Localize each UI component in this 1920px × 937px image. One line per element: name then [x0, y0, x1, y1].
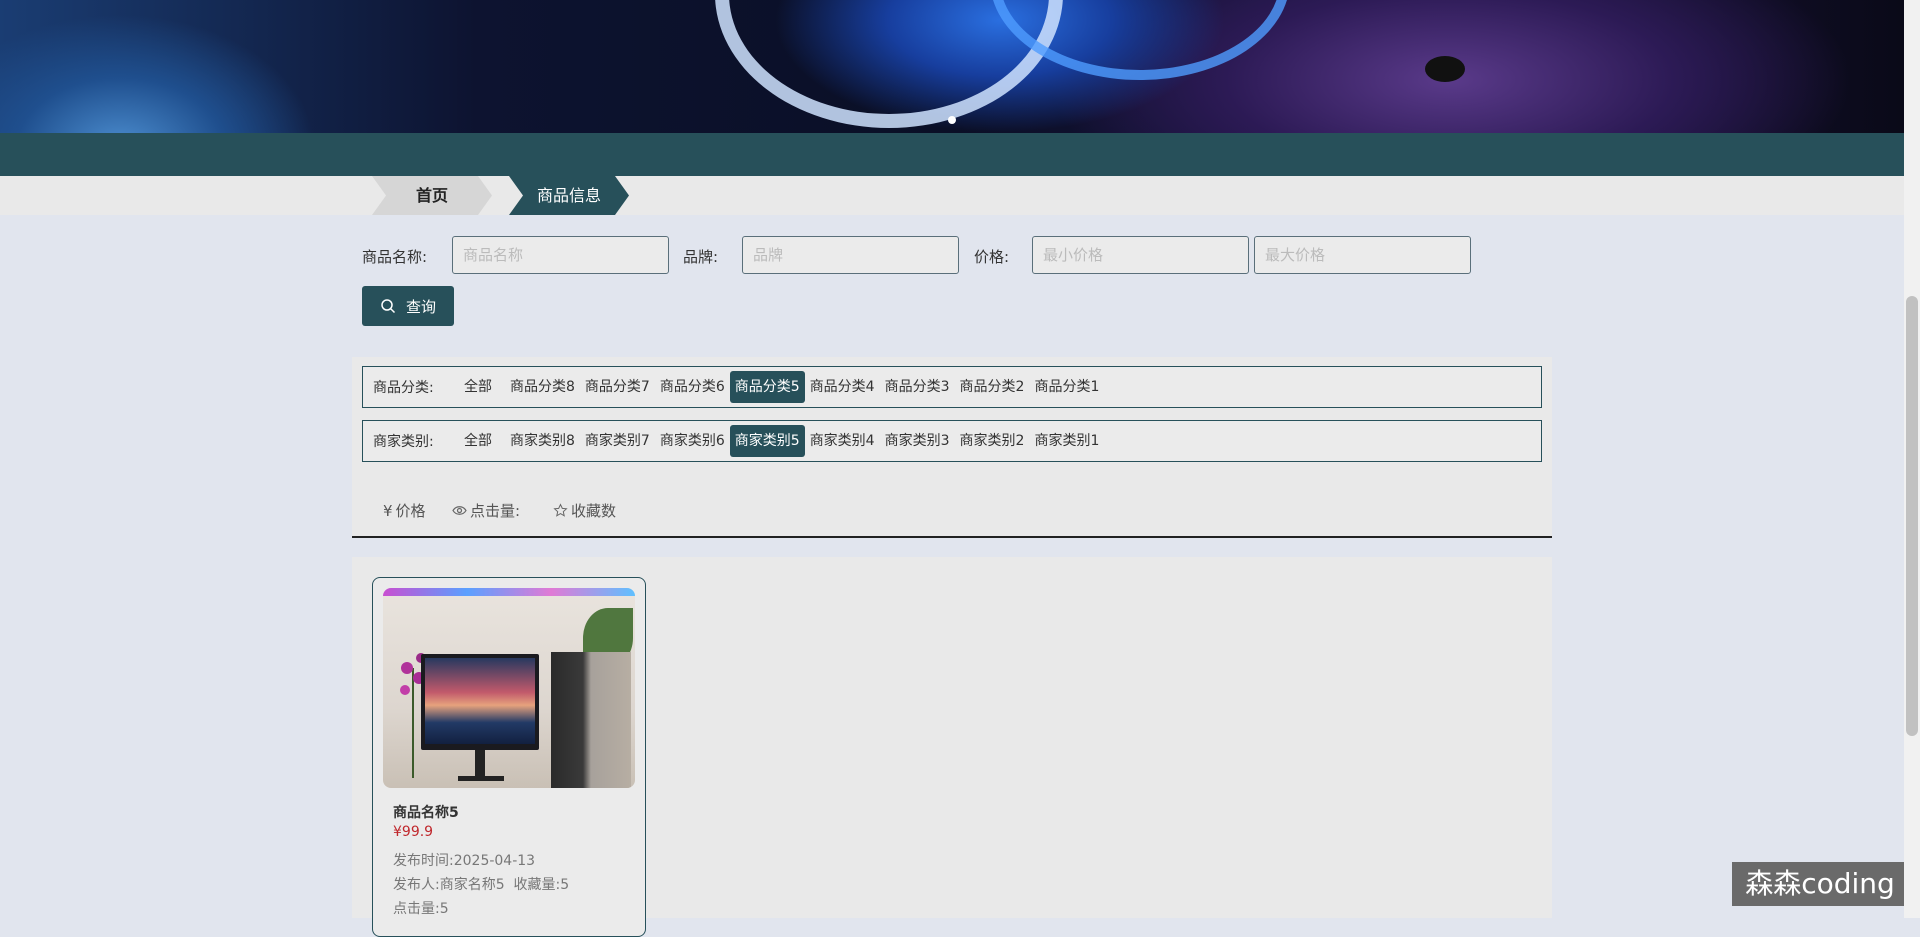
- yen-icon: ¥: [383, 501, 393, 520]
- brand-label: 品牌:: [683, 248, 719, 266]
- category-option[interactable]: 商品分类8: [505, 371, 580, 403]
- merchant-option[interactable]: 商家类别2: [955, 425, 1030, 457]
- product-name[interactable]: 商品名称5: [393, 802, 459, 822]
- sort-by-price[interactable]: ¥ 价格: [383, 500, 426, 521]
- sort-clicks-label: 点击量:: [470, 502, 521, 520]
- category-option[interactable]: 商品分类1: [1029, 371, 1104, 403]
- category-filter-label: 商品分类:: [373, 380, 434, 396]
- merchant-option[interactable]: 商家类别7: [580, 425, 655, 457]
- category-option[interactable]: 商品分类4: [805, 371, 880, 403]
- category-options: 全部 商品分类8 商品分类7 商品分类6 商品分类5 商品分类4 商品分类3 商品分类2 商品分…: [459, 371, 1104, 403]
- merchant-filter-row: 商家类别: 全部 商家类别8 商家类别7 商家类别6 商家类别5 商家类别4 商家类别3 商家…: [362, 420, 1542, 462]
- category-option[interactable]: 商品分类2: [955, 371, 1030, 403]
- product-name-input[interactable]: 商品名称: [452, 236, 669, 274]
- search-button-label: 查询: [405, 297, 436, 316]
- star-icon: [553, 503, 568, 517]
- product-publisher-favorites: 发布人:商家名称5 收藏量:5: [393, 877, 570, 893]
- merchant-options: 全部 商家类别8 商家类别7 商家类别6 商家类别5 商家类别4 商家类别3 商家类别2 商家类…: [459, 425, 1104, 457]
- category-option[interactable]: 商品分类3: [880, 371, 955, 403]
- banner-planet-decoration: [1425, 56, 1465, 82]
- price-label: 价格:: [974, 248, 1010, 266]
- breadcrumb-home[interactable]: 首页: [372, 176, 492, 215]
- merchant-option[interactable]: 商家类别6: [655, 425, 730, 457]
- min-price-input[interactable]: 最小价格: [1032, 236, 1249, 274]
- search-icon: [381, 299, 396, 314]
- eye-icon: [452, 506, 467, 515]
- merchant-option[interactable]: 商家类别3: [880, 425, 955, 457]
- brand-input[interactable]: 品牌: [742, 236, 959, 274]
- search-button[interactable]: 查询: [362, 286, 454, 326]
- sort-price-label: 价格: [395, 502, 426, 520]
- product-card[interactable]: 商品名称5 ¥99.9 发布时间:2025-04-13 发布人:商家名称5 收藏…: [372, 577, 646, 937]
- product-clicks: 点击量:5: [393, 901, 449, 917]
- breadcrumb: [0, 176, 1904, 215]
- merchant-option[interactable]: 商家类别4: [805, 425, 880, 457]
- hero-banner: [0, 0, 1904, 133]
- breadcrumb-current: 商品信息: [509, 176, 629, 215]
- category-filter-row: 商品分类: 全部 商品分类8 商品分类7 商品分类6 商品分类5 商品分类4 商品分类3 商品…: [362, 366, 1542, 408]
- category-option[interactable]: 商品分类6: [655, 371, 730, 403]
- watermark: 森森coding: [1732, 862, 1908, 906]
- sort-by-favorites[interactable]: 收藏数: [553, 500, 616, 521]
- category-option[interactable]: 商品分类5: [729, 371, 805, 403]
- product-name-label: 商品名称:: [362, 248, 428, 266]
- scrollbar-thumb[interactable]: [1906, 296, 1918, 736]
- category-option[interactable]: 全部: [459, 371, 497, 403]
- product-image[interactable]: [383, 588, 635, 788]
- product-publish-time: 发布时间:2025-04-13: [393, 853, 536, 869]
- carousel-indicator-dot[interactable]: [948, 116, 956, 124]
- merchant-option[interactable]: 商家类别8: [505, 425, 580, 457]
- nav-bar: [0, 133, 1904, 176]
- product-price: ¥99.9: [393, 824, 434, 840]
- merchant-option[interactable]: 商家类别5: [729, 425, 805, 457]
- merchant-option[interactable]: 全部: [459, 425, 497, 457]
- category-option[interactable]: 商品分类7: [580, 371, 655, 403]
- merchant-filter-label: 商家类别:: [373, 434, 434, 450]
- sort-bar: [352, 490, 1552, 538]
- merchant-option[interactable]: 商家类别1: [1029, 425, 1104, 457]
- sort-favorites-label: 收藏数: [571, 502, 617, 520]
- sort-by-clicks[interactable]: 点击量:: [452, 500, 520, 521]
- max-price-input[interactable]: 最大价格: [1254, 236, 1471, 274]
- banner-ring-decoration: [990, 0, 1290, 80]
